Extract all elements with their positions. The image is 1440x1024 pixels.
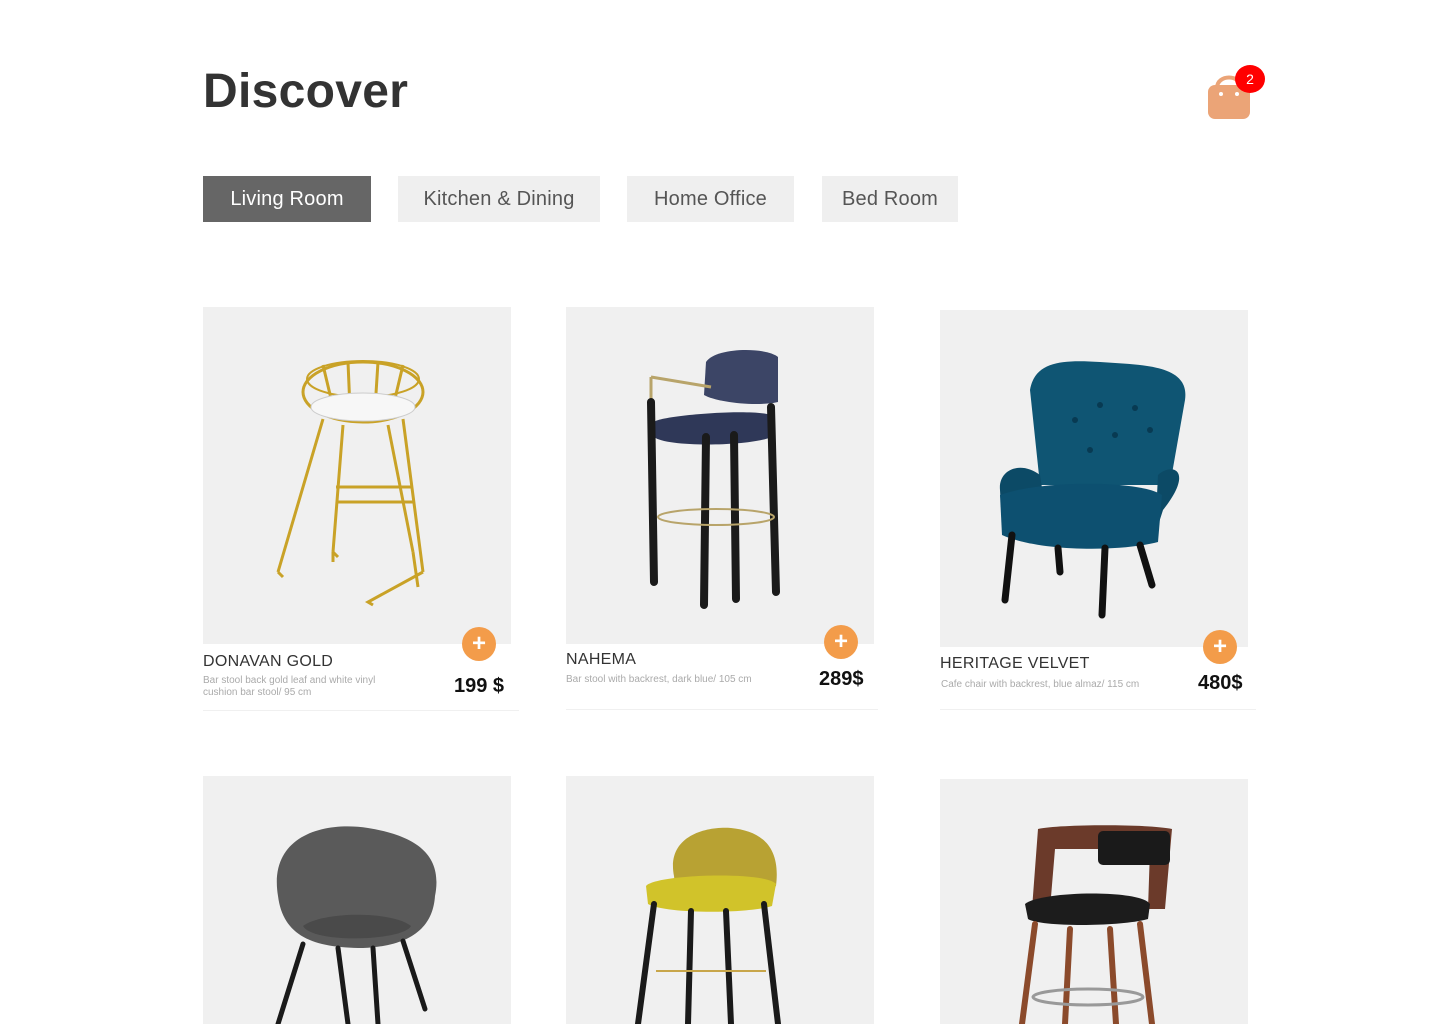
product-card[interactable]: + HERITAGE VELVET Cafe chair with backre… — [940, 310, 1256, 712]
velvet-armchair-image — [999, 361, 1186, 619]
product-card[interactable] — [940, 779, 1256, 1024]
add-to-cart-button[interactable]: + — [1203, 630, 1237, 664]
product-description: Bar stool back gold leaf and white vinyl… — [203, 675, 376, 698]
divider — [940, 709, 1256, 710]
product-card[interactable]: + DONAVAN GOLD Bar stool back gold leaf … — [203, 307, 519, 712]
wooden-bar-stool-image — [1019, 825, 1172, 1024]
grey-armchair-image — [275, 826, 437, 1024]
page-title: Discover — [203, 65, 409, 118]
product-image — [940, 779, 1248, 1024]
tab-living-room[interactable]: Living Room — [203, 176, 371, 222]
product-image — [940, 310, 1248, 647]
product-image — [203, 776, 511, 1024]
tab-bed-room[interactable]: Bed Room — [822, 176, 958, 222]
divider — [566, 709, 878, 710]
navy-bar-stool-image — [647, 350, 780, 609]
cart-count-badge: 2 — [1235, 65, 1265, 93]
product-card[interactable] — [203, 776, 519, 1024]
product-price: 480$ — [1198, 672, 1243, 694]
product-name: HERITAGE VELVET — [940, 655, 1090, 672]
product-card[interactable]: + NAHEMA Bar stool with backrest, dark b… — [566, 307, 882, 712]
product-image — [566, 776, 874, 1024]
product-name: NAHEMA — [566, 651, 637, 668]
product-description: Bar stool with backrest, dark blue/ 105 … — [566, 674, 752, 685]
gold-bar-stool-image — [276, 360, 425, 607]
product-card[interactable] — [566, 776, 882, 1024]
product-image — [566, 307, 874, 644]
product-description: Cafe chair with backrest, blue almaz/ 11… — [941, 679, 1140, 690]
product-price: 289$ — [819, 668, 864, 690]
product-price: 199 $ — [454, 675, 505, 697]
add-to-cart-button[interactable]: + — [462, 627, 496, 661]
yellow-bar-stool-image — [635, 827, 781, 1024]
tab-home-office[interactable]: Home Office — [627, 176, 794, 222]
tab-kitchen-dining[interactable]: Kitchen & Dining — [398, 176, 600, 222]
divider — [203, 710, 519, 711]
product-image — [203, 307, 511, 644]
add-to-cart-button[interactable]: + — [824, 625, 858, 659]
product-name: DONAVAN GOLD — [203, 653, 334, 670]
